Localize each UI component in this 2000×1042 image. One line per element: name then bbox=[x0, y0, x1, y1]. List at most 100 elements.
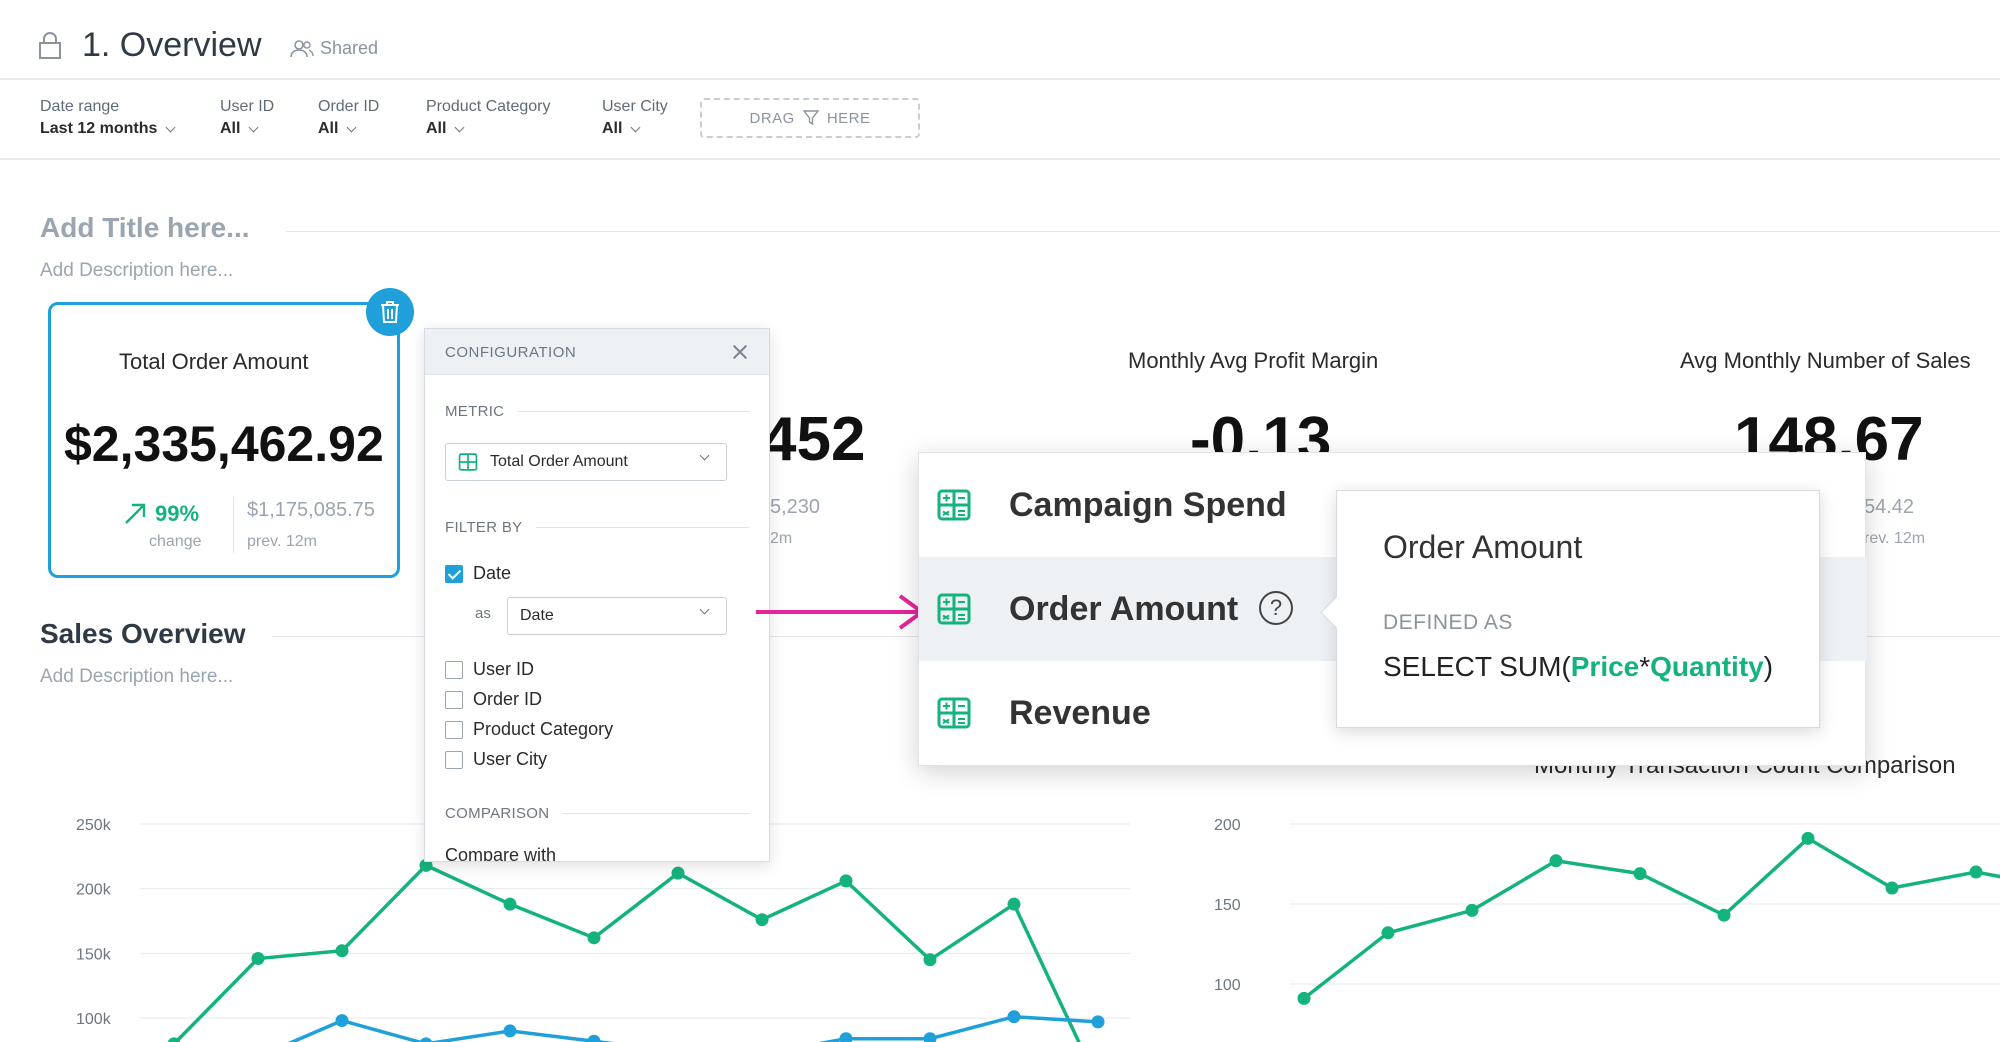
data-point[interactable] bbox=[1885, 881, 1899, 895]
data-point[interactable] bbox=[419, 1037, 433, 1042]
filter-checkbox-row[interactable]: User ID bbox=[445, 659, 534, 680]
date-checkbox[interactable] bbox=[445, 564, 463, 583]
filter-value: All bbox=[220, 120, 241, 137]
data-point[interactable] bbox=[671, 866, 685, 880]
data-point[interactable] bbox=[1007, 1010, 1021, 1024]
data-point[interactable] bbox=[503, 1024, 517, 1038]
lock-icon[interactable] bbox=[38, 32, 62, 60]
data-point[interactable] bbox=[839, 1032, 853, 1042]
filter-checkbox-row[interactable]: User City bbox=[445, 749, 547, 770]
section-description[interactable]: Add Description here... bbox=[40, 666, 233, 688]
sql-prefix: SELECT SUM( bbox=[1383, 651, 1571, 682]
drag-filter-dropzone[interactable]: DRAG HERE bbox=[700, 98, 920, 138]
data-point[interactable] bbox=[1801, 831, 1815, 845]
config-header: CONFIGURATION bbox=[425, 329, 769, 375]
shared-label: Shared bbox=[320, 38, 379, 58]
data-point[interactable] bbox=[1297, 991, 1311, 1005]
metric-section-heading: METRIC bbox=[445, 403, 749, 420]
filter-label: Order ID bbox=[318, 98, 380, 115]
config-title: CONFIGURATION bbox=[445, 344, 577, 361]
data-point[interactable] bbox=[923, 953, 937, 967]
data-point[interactable] bbox=[335, 1014, 349, 1028]
section-title[interactable]: Sales Overview bbox=[40, 618, 245, 650]
filter-label: User ID bbox=[220, 98, 275, 115]
chevron-down-icon bbox=[455, 122, 465, 132]
delete-widget-button[interactable] bbox=[366, 288, 414, 336]
data-point[interactable] bbox=[1091, 1015, 1105, 1029]
compare-with-label: Compare with bbox=[445, 845, 557, 862]
data-point[interactable] bbox=[503, 897, 517, 911]
data-point[interactable] bbox=[1633, 867, 1647, 881]
data-point[interactable] bbox=[755, 913, 769, 927]
data-point[interactable] bbox=[587, 931, 601, 945]
filter-funnel-icon bbox=[802, 110, 819, 126]
dashboard-title[interactable]: 1. Overview bbox=[82, 26, 262, 65]
y-tick-label: 150k bbox=[76, 946, 112, 963]
data-point[interactable] bbox=[1381, 926, 1395, 940]
here-label: HERE bbox=[826, 109, 871, 127]
help-icon[interactable]: ? bbox=[1259, 591, 1293, 625]
metric-definition-tooltip: Order Amount DEFINED AS SELECT SUM(Price… bbox=[1336, 490, 1820, 728]
chevron-down-icon bbox=[631, 122, 641, 132]
data-point[interactable] bbox=[587, 1034, 601, 1042]
checkbox-label: Product Category bbox=[473, 719, 614, 739]
filter-bar: Date range Last 12 months User ID All Or… bbox=[0, 82, 2000, 160]
data-point[interactable] bbox=[1465, 903, 1479, 917]
filter-checkbox-row[interactable]: Product Category bbox=[445, 719, 613, 740]
sql-field-quantity: Quantity bbox=[1650, 651, 1764, 682]
dashboard-header: 1. Overview Shared bbox=[0, 0, 2000, 80]
data-point[interactable] bbox=[1717, 908, 1731, 922]
filter-user-id[interactable]: User ID All bbox=[220, 98, 274, 138]
trash-icon bbox=[381, 301, 399, 323]
date-dimension-select[interactable]: Date bbox=[507, 597, 727, 635]
filter-date-checkbox-row[interactable]: Date bbox=[445, 563, 511, 584]
filter-label: Date range bbox=[40, 98, 120, 115]
metric-icon bbox=[937, 697, 971, 729]
metric-option-label: Revenue bbox=[1009, 693, 1151, 732]
section-title[interactable]: Add Title here... bbox=[40, 212, 250, 244]
metric-option-label: Campaign Spend bbox=[1009, 485, 1287, 524]
kpi-value: 452 bbox=[762, 405, 866, 474]
metric-icon bbox=[458, 453, 478, 471]
metric-select[interactable]: Total Order Amount bbox=[445, 443, 727, 481]
order-id-checkbox[interactable] bbox=[445, 690, 463, 709]
tooltip-defined-as: DEFINED AS bbox=[1383, 611, 1513, 634]
configuration-panel: CONFIGURATION METRIC Total Order Amount … bbox=[424, 328, 770, 862]
y-tick-label: 100k bbox=[76, 1011, 112, 1028]
filter-date-range[interactable]: Date range Last 12 months bbox=[40, 98, 176, 138]
kpi-divider bbox=[233, 497, 234, 553]
filter-product-category[interactable]: Product Category All bbox=[426, 98, 551, 138]
metric-icon bbox=[937, 593, 971, 625]
filter-label: Product Category bbox=[426, 98, 551, 115]
data-point[interactable] bbox=[1549, 854, 1563, 868]
product-category-checkbox[interactable] bbox=[445, 720, 463, 739]
filter-order-id[interactable]: Order ID All bbox=[318, 98, 379, 138]
user-city-checkbox[interactable] bbox=[445, 750, 463, 769]
kpi-name: Avg Monthly Number of Sales bbox=[1680, 348, 1971, 373]
filter-checkbox-row[interactable]: Order ID bbox=[445, 689, 542, 710]
kpi-card-total-order-amount[interactable]: Total Order Amount $2,335,462.92 99% cha… bbox=[48, 302, 400, 578]
filter-value: All bbox=[426, 120, 447, 137]
section-divider bbox=[286, 231, 2000, 232]
data-point[interactable] bbox=[1007, 897, 1021, 911]
sql-suffix: ) bbox=[1763, 651, 1774, 682]
data-point[interactable] bbox=[335, 944, 349, 958]
metric-select-value: Total Order Amount bbox=[490, 453, 628, 470]
filter-label: User City bbox=[602, 98, 668, 115]
data-point[interactable] bbox=[923, 1032, 937, 1042]
date-checkbox-label: Date bbox=[473, 563, 512, 583]
series-line bbox=[1302, 836, 2000, 1000]
section-description[interactable]: Add Description here... bbox=[40, 260, 233, 282]
arrow-up-right-icon bbox=[125, 503, 146, 524]
metric-option-label: Order Amount bbox=[1009, 589, 1239, 628]
user-id-checkbox[interactable] bbox=[445, 660, 463, 679]
kpi-value: $2,335,462.92 bbox=[64, 416, 384, 472]
data-point[interactable] bbox=[1969, 865, 1983, 879]
checkbox-label: User ID bbox=[473, 659, 535, 679]
data-point[interactable] bbox=[251, 952, 265, 966]
close-icon[interactable] bbox=[729, 341, 751, 363]
data-point[interactable] bbox=[839, 874, 853, 888]
y-tick-label: 250k bbox=[76, 817, 112, 834]
filter-user-city[interactable]: User City All bbox=[602, 98, 668, 138]
shared-indicator[interactable]: Shared bbox=[290, 38, 378, 59]
